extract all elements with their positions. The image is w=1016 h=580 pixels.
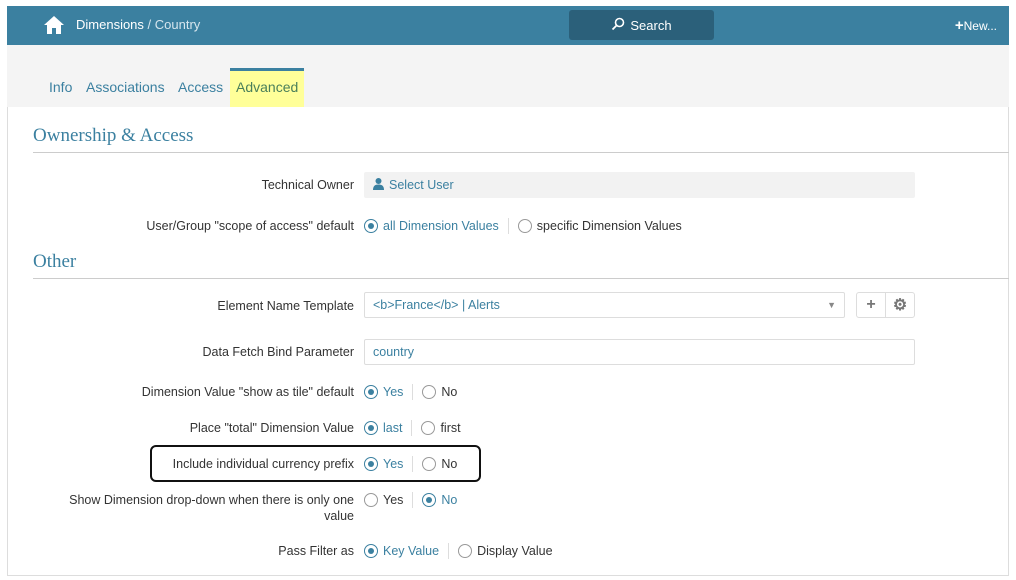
radio-unchecked [422,385,437,399]
total-last-radio[interactable]: last [364,421,402,435]
divider [412,492,414,508]
radio-label: No [441,493,458,507]
breadcrumb-country: Country [154,17,201,32]
template-actions: + ⚙ [856,292,915,318]
total-first-radio[interactable]: first [421,421,461,435]
radio-checked [364,421,378,435]
radio-unchecked [517,219,532,233]
technical-owner-label: Technical Owner [261,178,354,192]
currency-no-radio[interactable]: No [422,457,457,471]
section-ownership-access: Ownership & Access [33,125,1009,153]
gear-icon[interactable]: ⚙ [886,293,914,317]
radio-checked [364,219,378,233]
user-icon [373,177,384,193]
radio-checked [364,544,378,558]
currency-prefix-radio-group: Yes No [364,456,457,472]
new-button[interactable]: +New... [955,17,997,34]
currency-prefix-label: Include individual currency prefix [172,457,354,471]
technical-owner-select[interactable]: Select User [364,172,915,198]
radio-label: last [383,421,403,435]
top-bar: Dimensions / Country Search +New... [7,6,1009,45]
bind-param-input[interactable]: country [364,339,915,365]
scope-label: User/Group "scope of access" default [146,219,354,233]
scope-radio-group: all Dimension Values specific Dimension … [364,218,682,234]
name-template-dropdown[interactable]: <b>France</b> | Alerts ▼ [364,292,845,318]
show-tile-label: Dimension Value "show as tile" default [141,385,354,399]
show-tile-yes-radio[interactable]: Yes [364,385,403,399]
select-user-link[interactable]: Select User [389,178,454,192]
divider [412,384,414,400]
radio-label: specific Dimension Values [536,219,682,233]
currency-yes-radio[interactable]: Yes [364,457,403,471]
radio-unchecked [364,493,378,507]
radio-label: Key Value [383,544,440,558]
new-label: New... [963,19,997,33]
tab-associations[interactable]: Associations [86,79,165,95]
divider [411,420,413,436]
show-dropdown-label: Show Dimension drop-down when there is o… [69,493,354,523]
radio-unchecked [421,421,436,435]
search-button[interactable]: Search [569,10,714,40]
radio-checked [422,493,437,507]
bind-param-label: Data Fetch Bind Parameter [202,345,354,359]
show-dropdown-no-radio[interactable]: No [422,493,457,507]
radio-label: Yes [383,385,404,399]
chevron-down-icon: ▼ [827,300,836,310]
radio-label: Yes [383,457,404,471]
total-place-label: Place "total" Dimension Value [189,421,354,435]
divider [412,456,414,472]
scope-all-radio[interactable]: all Dimension Values [364,219,499,233]
tab-advanced[interactable]: Advanced [230,68,305,107]
pass-filter-radio-group: Key Value Display Value [364,543,553,559]
pass-key-value-radio[interactable]: Key Value [364,544,439,558]
tab-info[interactable]: Info [49,79,72,95]
show-tile-no-radio[interactable]: No [422,385,457,399]
radio-checked [364,385,378,399]
radio-label: all Dimension Values [383,219,499,233]
breadcrumb-dimensions[interactable]: Dimensions [76,17,144,32]
name-template-value: <b>France</b> | Alerts [373,298,500,312]
radio-label: No [441,385,458,399]
radio-unchecked [458,544,473,558]
show-tile-radio-group: Yes No [364,384,457,400]
show-dropdown-yes-radio[interactable]: Yes [364,493,403,507]
tab-bar: Info Associations Access Advanced [7,45,1009,107]
search-icon [611,17,625,34]
radio-label: first [440,421,461,435]
tab-access[interactable]: Access [178,79,223,95]
radio-label: Display Value [477,544,553,558]
pass-filter-label: Pass Filter as [278,544,354,558]
radio-unchecked [422,457,437,471]
divider [448,543,450,559]
radio-label: Yes [383,493,404,507]
section-other: Other [33,251,1009,279]
radio-label: No [441,457,458,471]
plus-icon: + [954,17,964,34]
breadcrumb: Dimensions / Country [76,17,201,32]
show-dropdown-radio-group: Yes No [364,492,457,508]
search-label: Search [630,17,672,33]
total-place-radio-group: last first [364,420,461,436]
home-icon[interactable] [43,15,65,38]
divider [507,218,509,234]
radio-checked [364,457,378,471]
scope-specific-radio[interactable]: specific Dimension Values [517,219,682,233]
add-template-button[interactable]: + [857,293,886,317]
name-template-label: Element Name Template [217,299,354,313]
pass-display-value-radio[interactable]: Display Value [458,544,553,558]
